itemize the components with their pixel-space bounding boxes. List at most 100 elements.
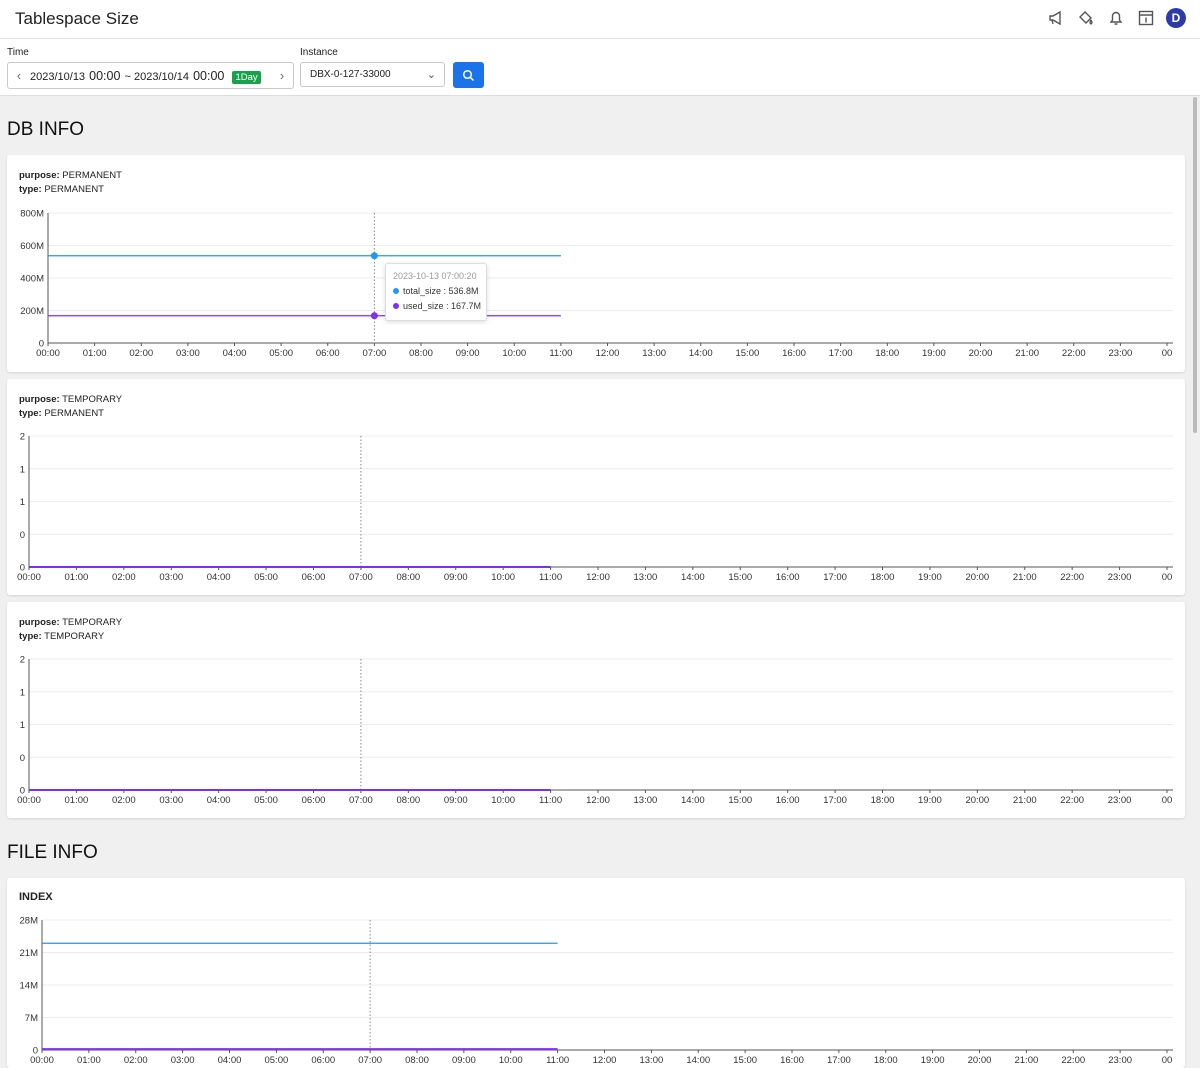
avatar[interactable]: D xyxy=(1166,8,1186,28)
x-tick-label: 00 xyxy=(1162,1055,1173,1066)
y-tick-label: 2 xyxy=(20,655,25,666)
x-tick-label: 01:00 xyxy=(77,1055,101,1066)
y-tick-label: 1 xyxy=(20,497,25,508)
x-tick-label: 01:00 xyxy=(65,795,89,806)
y-tick-label: 400M xyxy=(20,274,44,285)
y-tick-label: 2 xyxy=(20,432,25,443)
x-tick-label: 11:00 xyxy=(539,572,562,583)
line-chart[interactable]: 2 1 1 00 00:00 01:00 02:00 03:00 04:00 05:00 06:00… xyxy=(7,379,1185,595)
y-tick-label: 28M xyxy=(20,916,39,927)
x-tick-label: 02:00 xyxy=(129,348,153,359)
x-tick-label: 18:00 xyxy=(874,1055,898,1066)
end-date: 2023/10/14 xyxy=(133,70,190,83)
paint-bucket-icon[interactable] xyxy=(1076,8,1096,28)
x-tick-label: 19:00 xyxy=(921,1055,945,1066)
line-chart[interactable]: 800M600M400M200M000:00 01:00 02:00 03:00 04:… xyxy=(7,155,1185,372)
x-tick-label: 05:00 xyxy=(269,348,293,359)
x-tick-label: 09:00 xyxy=(456,348,480,359)
chart-card: INDEX 28M 21M 14M 7M 0 00:00 01:00 02:00 03:00 04… xyxy=(7,878,1185,1068)
range-separator: ~ xyxy=(124,70,131,83)
time-range-picker[interactable]: ‹ 2023/10/13 00:00 ~ 2023/10/14 00:00 1D… xyxy=(7,62,294,89)
tooltip-total: total_size : 536.8M xyxy=(403,286,479,296)
x-tick-label: 12:00 xyxy=(586,795,610,806)
x-tick-label: 12:00 xyxy=(596,348,620,359)
x-tick-label: 04:00 xyxy=(223,348,247,359)
x-tick-label: 17:00 xyxy=(823,795,847,806)
chevron-left-icon[interactable]: ‹ xyxy=(8,68,30,83)
info-panel-icon[interactable] xyxy=(1136,8,1156,28)
x-tick-label: 05:00 xyxy=(264,1055,288,1066)
x-tick-label: 10:00 xyxy=(491,572,515,583)
x-tick-label: 00 xyxy=(1162,348,1173,359)
x-tick-label: 13:00 xyxy=(642,348,666,359)
megaphone-icon[interactable] xyxy=(1046,8,1066,28)
search-button[interactable] xyxy=(453,62,484,88)
start-date: 2023/10/13 xyxy=(30,70,86,83)
y-tick-label: 7M xyxy=(25,1013,38,1024)
x-tick-label: 14:00 xyxy=(681,572,705,583)
x-tick-label: 12:00 xyxy=(586,572,610,583)
x-tick-label: 21:00 xyxy=(1013,795,1037,806)
y-tick-label: 0 xyxy=(20,753,25,764)
x-tick-label: 03:00 xyxy=(159,795,183,806)
x-tick-label: 16:00 xyxy=(776,572,800,583)
x-tick-label: 03:00 xyxy=(176,348,200,359)
x-tick-label: 17:00 xyxy=(823,572,847,583)
y-tick-label: 1 xyxy=(20,464,25,475)
x-tick-label: 03:00 xyxy=(171,1055,195,1066)
x-tick-label: 00:00 xyxy=(17,572,41,583)
x-tick-label: 19:00 xyxy=(918,572,942,583)
chart-card: purpose: TEMPORARY type: TEMPORARY 21100… xyxy=(7,602,1185,818)
end-time: 00:00 xyxy=(193,68,225,83)
x-tick-label: 01:00 xyxy=(65,572,89,583)
line-chart[interactable]: 28M21M14M7M000:00 01:00 02:00 03:00 04:00 05:… xyxy=(7,878,1185,1068)
x-tick-label: 20:00 xyxy=(965,795,989,806)
top-icons: D xyxy=(1046,8,1186,28)
x-tick-label: 10:00 xyxy=(491,795,515,806)
x-tick-label: 04:00 xyxy=(207,795,231,806)
x-tick-label: 11:00 xyxy=(549,348,572,359)
x-tick-label: 06:00 xyxy=(302,795,326,806)
line-chart[interactable]: 2 1 1 00 00:00 01:00 02:00 03:00 04:00 05:00 06:00… xyxy=(7,602,1185,818)
range-badge: 1Day xyxy=(232,70,261,84)
x-tick-label: 16:00 xyxy=(780,1055,804,1066)
x-tick-label: 08:00 xyxy=(396,572,420,583)
x-tick-label: 05:00 xyxy=(254,572,278,583)
time-label: Time xyxy=(7,47,29,58)
x-tick-label: 15:00 xyxy=(733,1055,757,1066)
instance-value: DBX-0-127-33000 xyxy=(310,69,391,80)
x-tick-label: 13:00 xyxy=(639,1055,663,1066)
scrollbar[interactable] xyxy=(1193,97,1197,433)
y-tick-label: 1 xyxy=(20,720,25,731)
y-tick-label: 600M xyxy=(20,241,44,252)
search-icon xyxy=(462,69,475,81)
x-tick-label: 08:00 xyxy=(409,348,433,359)
x-tick-label: 11:00 xyxy=(546,1055,569,1066)
x-tick-label: 16:00 xyxy=(776,795,800,806)
x-tick-label: 14:00 xyxy=(686,1055,710,1066)
x-tick-label: 07:00 xyxy=(362,348,386,359)
bell-icon[interactable] xyxy=(1106,8,1126,28)
x-tick-label: 09:00 xyxy=(452,1055,476,1066)
x-tick-label: 11:00 xyxy=(539,795,562,806)
y-tick-label: 0 xyxy=(20,530,25,541)
x-tick-label: 22:00 xyxy=(1062,348,1086,359)
x-tick-label: 05:00 xyxy=(254,795,278,806)
hover-point-used_size xyxy=(370,312,378,320)
x-tick-label: 00 xyxy=(1162,795,1173,806)
x-tick-label: 21:00 xyxy=(1014,1055,1038,1066)
x-tick-label: 23:00 xyxy=(1108,795,1132,806)
used-size-marker xyxy=(393,303,399,309)
x-tick-label: 10:00 xyxy=(499,1055,523,1066)
time-range-text[interactable]: 2023/10/13 00:00 ~ 2023/10/14 00:00 1Day xyxy=(30,68,271,84)
x-tick-label: 14:00 xyxy=(689,348,713,359)
page-title: Tablespace Size xyxy=(15,9,139,28)
chevron-right-icon[interactable]: › xyxy=(271,68,293,83)
x-tick-label: 10:00 xyxy=(502,348,526,359)
x-tick-label: 04:00 xyxy=(218,1055,242,1066)
x-tick-label: 06:00 xyxy=(316,348,340,359)
y-tick-label: 21M xyxy=(20,948,39,959)
x-tick-label: 23:00 xyxy=(1108,572,1132,583)
x-tick-label: 18:00 xyxy=(875,348,899,359)
instance-select[interactable]: DBX-0-127-33000 ⌄ xyxy=(300,62,445,87)
